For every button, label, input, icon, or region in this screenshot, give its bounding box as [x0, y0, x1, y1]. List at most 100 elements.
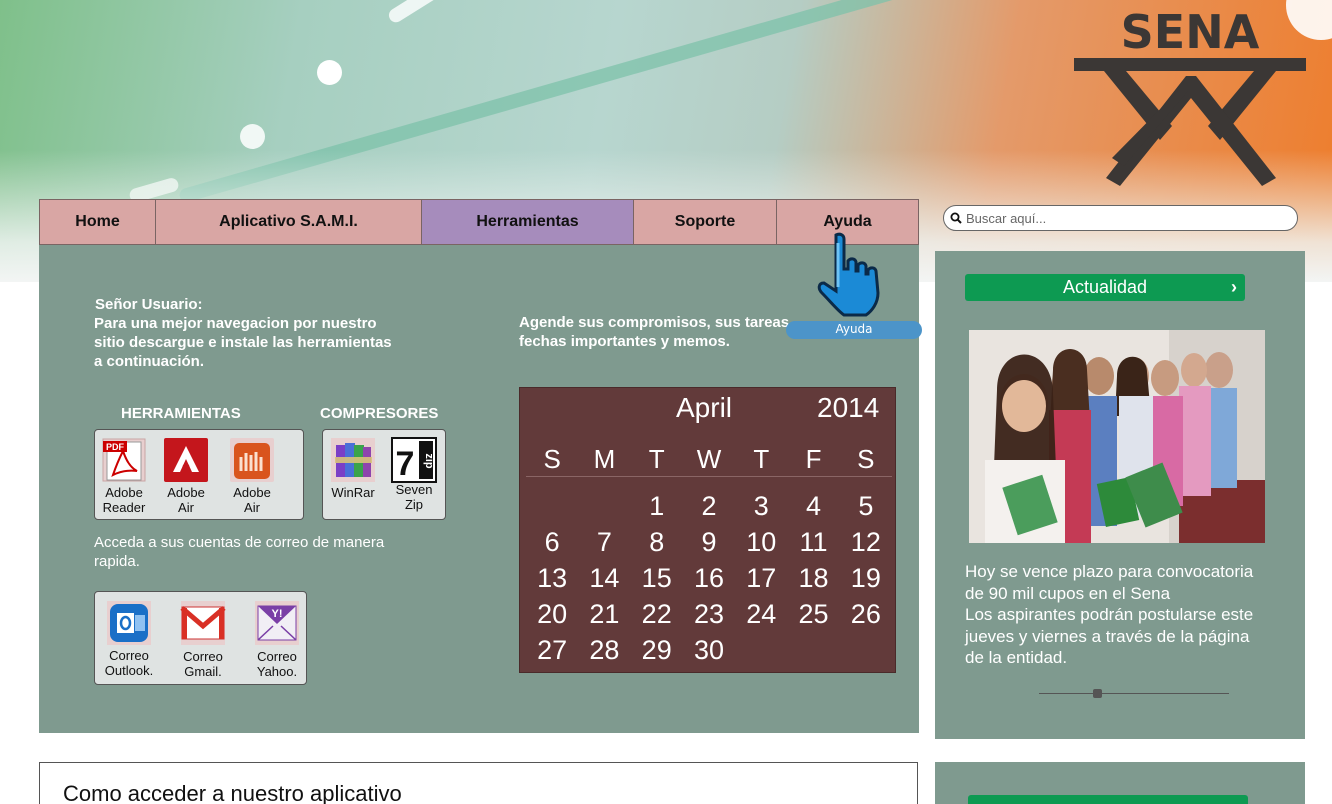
calendar-day[interactable]: 11 — [787, 524, 839, 560]
tool-label: Seven — [395, 482, 433, 497]
svg-text:PDF: PDF — [106, 442, 125, 452]
calendar-empty-cell — [840, 632, 892, 668]
calendar-day[interactable]: 8 — [631, 524, 683, 560]
calendar-day[interactable]: 16 — [683, 560, 735, 596]
calendar-day[interactable]: 26 — [840, 596, 892, 632]
calendar-week-row: 12345 — [526, 488, 892, 524]
calendar-empty-cell — [578, 488, 630, 524]
7zip-icon: 7 zip — [391, 437, 437, 483]
intro-line: sitio descargue e instale las herramient… — [94, 334, 392, 351]
mail-text: Acceda a sus cuentas de correo de manera… — [94, 533, 424, 571]
calendar-weekday: T — [753, 444, 770, 474]
carousel-slider-handle[interactable] — [1093, 689, 1102, 698]
tool-label: Outlook. — [104, 663, 154, 678]
nav-herramientas[interactable]: Herramientas — [422, 200, 634, 244]
tool-label: Correo — [183, 649, 223, 664]
calendar-month[interactable]: April — [676, 392, 732, 424]
banner-dot — [240, 124, 265, 149]
adobe-reader-tool[interactable]: PDF Adobe Reader — [94, 437, 154, 515]
news-photo — [969, 330, 1265, 543]
intro-greeting: Señor Usuario: — [95, 296, 203, 313]
adobe-air-icon — [164, 438, 208, 482]
carousel-slider-track[interactable] — [1039, 693, 1229, 694]
yahoo-icon: Y! — [255, 601, 299, 645]
calendar-day[interactable]: 19 — [840, 560, 892, 596]
logo-text: SENA — [1121, 6, 1260, 59]
calendar-day[interactable]: 24 — [735, 596, 787, 632]
chevron-right-icon: › — [1231, 277, 1237, 297]
calendar-week-row: 20 21 22 23 24 25 26 — [526, 596, 892, 632]
calendar-day[interactable]: 14 — [578, 560, 630, 596]
sidebar-lower-header[interactable] — [968, 795, 1248, 804]
calendar-day[interactable]: 20 — [526, 596, 578, 632]
calendar-day[interactable]: 12 — [840, 524, 892, 560]
calendar-day[interactable]: 30 — [683, 632, 735, 668]
tool-label: Air — [178, 500, 194, 515]
mail-text-line: Acceda a sus cuentas de correo de manera — [94, 534, 385, 551]
outlook-tool[interactable]: Correo Outlook. — [99, 600, 159, 678]
7zip-tool[interactable]: 7 zip Seven Zip — [384, 437, 444, 512]
agenda-text: Agende sus compromisos, sus tareas, fech… — [519, 313, 819, 351]
calendar-day[interactable]: 15 — [631, 560, 683, 596]
calendar-day[interactable]: 9 — [683, 524, 735, 560]
outlook-icon — [107, 601, 151, 645]
calendar-day[interactable]: 4 — [787, 488, 839, 524]
calendar-empty-cell — [526, 488, 578, 524]
calendar-day[interactable]: 2 — [683, 488, 735, 524]
calendar-grid: 1 2 3 4 5 6 7 8 9 10 11 12 13 14 15 16 17 18 19 20 21 22 23 24 2… — [526, 488, 892, 668]
calendar-day[interactable]: 7 — [578, 524, 630, 560]
calendar-day[interactable]: 17 — [735, 560, 787, 596]
calendar-weekday: S — [857, 444, 875, 474]
nav-soporte[interactable]: Soporte — [634, 200, 777, 244]
calendar-day[interactable]: 1 — [631, 488, 683, 524]
main-panel: Señor Usuario: Para una mejor navegacion… — [39, 245, 919, 733]
nav-aplicativo-sami[interactable]: Aplicativo S.A.M.I. — [156, 200, 422, 244]
calendar-day[interactable]: 28 — [578, 632, 630, 668]
calendar-day[interactable]: 29 — [631, 632, 683, 668]
svg-text:zip: zip — [423, 453, 435, 469]
compressors-label: COMPRESORES — [320, 405, 439, 422]
calendar-weekday: T — [648, 444, 665, 474]
calendar-day[interactable]: 25 — [787, 596, 839, 632]
tools-label: HERRAMIENTAS — [121, 405, 241, 422]
yahoo-tool[interactable]: Y! Correo Yahoo. — [247, 600, 307, 679]
calendar-day[interactable]: 3 — [735, 488, 787, 524]
calendar-day[interactable]: 6 — [526, 524, 578, 560]
intro-line: Para una mejor navegacion por nuestro — [94, 315, 377, 332]
calendar-day[interactable]: 23 — [683, 596, 735, 632]
mail-box: Correo Outlook. Correo Gmail. Y! Correo — [94, 591, 307, 685]
intro-text: Señor Usuario: Para una mejor navegacion… — [94, 295, 434, 371]
calendar-day[interactable]: 13 — [526, 560, 578, 596]
news-line: Los aspirantes podrán postularse este — [965, 605, 1254, 624]
calendar-day[interactable]: 21 — [578, 596, 630, 632]
adobe-air-alt-tool[interactable]: Adobe Air — [222, 437, 282, 515]
search-input[interactable] — [966, 210, 1286, 226]
tool-label: Zip — [404, 497, 424, 512]
calendar-day[interactable]: 18 — [787, 560, 839, 596]
calendar-widget: April 2014 SMTWTFS 1 2 3 4 5 6 7 8 9 10 11 12 13 14 15… — [519, 387, 896, 673]
gmail-tool[interactable]: Correo Gmail. — [173, 600, 233, 679]
nav-home[interactable]: Home — [40, 200, 156, 244]
sena-logo[interactable]: SENA — [1074, 5, 1306, 186]
banner-dot — [317, 60, 342, 85]
calendar-weekday: F — [805, 444, 822, 474]
tool-label: Reader — [102, 500, 146, 515]
search-box — [943, 205, 1298, 231]
calendar-day[interactable]: 27 — [526, 632, 578, 668]
calendar-year[interactable]: 2014 — [817, 392, 879, 424]
calendar-day[interactable]: 22 — [631, 596, 683, 632]
calendar-weekday: W — [696, 444, 722, 474]
calendar-weekdays: SMTWTFS — [526, 444, 892, 475]
help-tooltip: Ayuda — [786, 321, 922, 339]
news-line: jueves y viernes a través de la página — [965, 626, 1250, 646]
lower-section: Como acceder a nuestro aplicativo — [39, 762, 918, 804]
adobe-air-tool[interactable]: Adobe Air — [156, 437, 216, 515]
calendar-day[interactable]: 5 — [840, 488, 892, 524]
news-line: de la entidad. — [965, 648, 1068, 667]
intro-line: a continuación. — [94, 353, 205, 370]
actualidad-button[interactable]: Actualidad › — [965, 274, 1245, 301]
calendar-day[interactable]: 10 — [735, 524, 787, 560]
news-line: de 90 mil cupos en el Sena — [965, 583, 1171, 603]
agenda-line: Agende sus compromisos, sus tareas, — [519, 314, 794, 331]
winrar-tool[interactable]: WinRar — [323, 437, 383, 500]
